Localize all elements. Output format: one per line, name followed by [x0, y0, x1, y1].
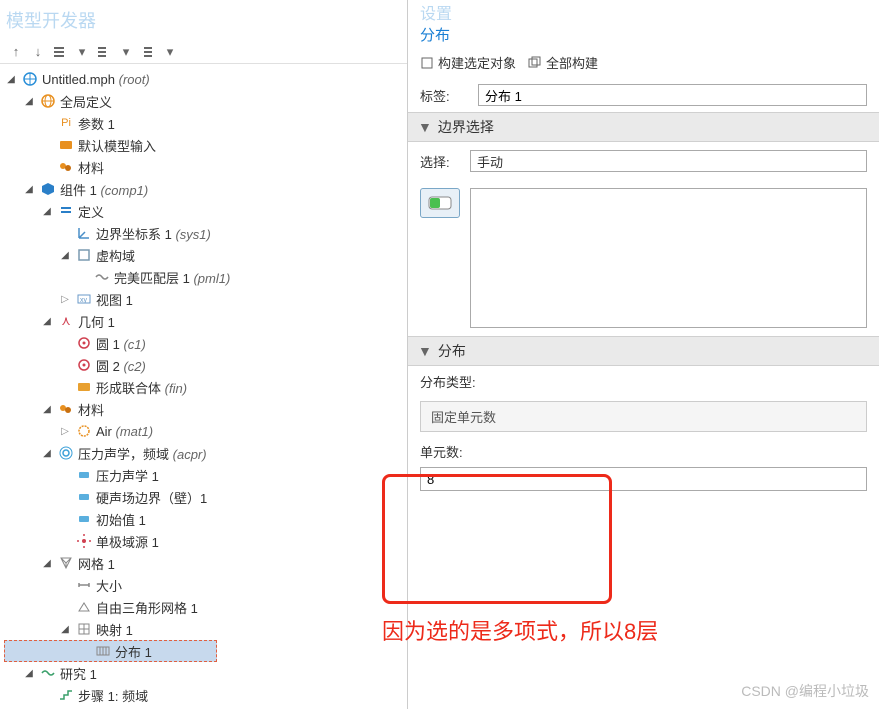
section-boundary[interactable]: ▼ 边界选择 [408, 112, 879, 142]
build-all-button[interactable]: 全部构建 [528, 53, 598, 72]
acoustics-icon [58, 445, 74, 461]
right-title: 设置 [408, 0, 879, 22]
tree-component[interactable]: ◢ 组件 1 (comp1) [0, 178, 407, 200]
build-icon [420, 56, 434, 70]
tree-air[interactable]: ▷ Air (mat1) [0, 420, 407, 442]
mph-icon [22, 71, 38, 87]
view-icon: xy [76, 291, 92, 307]
tree-size[interactable]: 大小 [0, 574, 407, 596]
tree-default-input[interactable]: 默认模型输入 [0, 134, 407, 156]
tree-params[interactable]: Pi 参数 1 [0, 112, 407, 134]
tree-distribution[interactable]: 分布 1 [4, 640, 217, 662]
root-label: Untitled.mph [42, 72, 115, 87]
def-icon [58, 203, 74, 219]
tree-hard-wall[interactable]: 硬声场边界（壁）1 [0, 486, 407, 508]
tree-root[interactable]: ◢ Untitled.mph (root) [0, 68, 407, 90]
materials-icon [58, 401, 74, 417]
tree-materials2[interactable]: ◢ 材料 [0, 398, 407, 420]
chevron-down-icon: ▼ [418, 119, 432, 135]
globe-icon [40, 93, 56, 109]
right-subtitle: 分布 [408, 22, 879, 47]
active-toggle[interactable] [420, 188, 460, 218]
tree-pressure-ac[interactable]: 压力声学 1 [0, 464, 407, 486]
tree-study[interactable]: ◢ 研究 1 [0, 662, 407, 684]
domain-icon [76, 247, 92, 263]
dist-type-select[interactable]: 固定单元数 [420, 401, 867, 432]
tag-label: 标签: [420, 86, 470, 105]
tb-list2-icon[interactable] [94, 42, 114, 62]
circle-icon [76, 357, 92, 373]
tree-boundary-sys[interactable]: 边界坐标系 1 (sys1) [0, 222, 407, 244]
circle-icon [76, 335, 92, 351]
study-icon [40, 665, 56, 681]
step-icon [58, 687, 74, 703]
coordsys-icon [76, 225, 92, 241]
initial-icon [76, 511, 92, 527]
tb-up-icon[interactable]: ↑ [6, 42, 26, 62]
tree-virtual-domain[interactable]: ◢ 虚构域 [0, 244, 407, 266]
tree-geometry[interactable]: ◢ ⋏ 几何 1 [0, 310, 407, 332]
build-selected-button[interactable]: 构建选定对象 [420, 53, 516, 72]
tree-monopole[interactable]: 单极域源 1 [0, 530, 407, 552]
svg-text:xy: xy [80, 297, 88, 304]
geometry-icon: ⋏ [58, 313, 74, 329]
tree-free-tri[interactable]: 自由三角形网格 1 [0, 596, 407, 618]
mapped-icon [76, 621, 92, 637]
tb-dropdown-icon[interactable]: ▾ [72, 42, 92, 62]
union-icon [76, 379, 92, 395]
tag-input[interactable] [478, 84, 867, 106]
annotation-text: 因为选的是多项式，所以8层 [382, 614, 658, 646]
tri-icon [76, 599, 92, 615]
elem-count-label: 单元数: [408, 440, 879, 463]
tree-union[interactable]: 形成联合体 (fin) [0, 376, 407, 398]
selection-listbox[interactable] [470, 188, 867, 328]
tree-circle1[interactable]: 圆 1 (c1) [0, 332, 407, 354]
elem-count-input[interactable] [420, 467, 867, 491]
dist-icon [95, 643, 111, 659]
watermark: CSDN @编程小垃圾 [741, 681, 869, 701]
tree-definitions[interactable]: ◢ 定义 [0, 200, 407, 222]
input-icon [58, 137, 74, 153]
left-toolbar: ↑ ↓ ▾ ▾ ▾ [0, 40, 407, 64]
component-icon [40, 181, 56, 197]
build-all-icon [528, 56, 542, 70]
tree-acoustics[interactable]: ◢ 压力声学，频域 (acpr) [0, 442, 407, 464]
tree-mapped[interactable]: ◢ 映射 1 [0, 618, 407, 640]
section-distribution[interactable]: ▼ 分布 [408, 336, 879, 366]
air-icon [76, 423, 92, 439]
mesh-icon [58, 555, 74, 571]
tb-down-icon[interactable]: ↓ [28, 42, 48, 62]
tree-global-def[interactable]: ◢ 全局定义 [0, 90, 407, 112]
select-dropdown[interactable]: 手动 [470, 150, 867, 172]
dist-type-label: 分布类型: [408, 366, 879, 397]
tb-dropdown2-icon[interactable]: ▾ [116, 42, 136, 62]
tb-list1-icon[interactable] [50, 42, 70, 62]
tree-materials[interactable]: 材料 [0, 156, 407, 178]
tb-list3-icon[interactable] [138, 42, 158, 62]
left-panel-title: 模型开发器 [0, 0, 407, 40]
tree-circle2[interactable]: 圆 2 (c2) [0, 354, 407, 376]
tree-mesh[interactable]: ◢ 网格 1 [0, 552, 407, 574]
size-icon [76, 577, 92, 593]
pml-icon [94, 269, 110, 285]
materials-icon [58, 159, 74, 175]
tree-pml[interactable]: 完美匹配层 1 (pml1) [0, 266, 407, 288]
model-tree: ◢ Untitled.mph (root) ◢ 全局定义 Pi 参数 1 默认模… [0, 64, 407, 709]
pa-icon [76, 467, 92, 483]
monopole-icon [76, 533, 92, 549]
tree-view[interactable]: ▷ xy 视图 1 [0, 288, 407, 310]
select-label: 选择: [420, 152, 460, 171]
params-icon: Pi [58, 115, 74, 131]
tree-initial[interactable]: 初始值 1 [0, 508, 407, 530]
tree-step[interactable]: 步骤 1: 频域 [0, 684, 407, 706]
wall-icon [76, 489, 92, 505]
tb-dropdown3-icon[interactable]: ▾ [160, 42, 180, 62]
chevron-down-icon: ▼ [418, 343, 432, 359]
